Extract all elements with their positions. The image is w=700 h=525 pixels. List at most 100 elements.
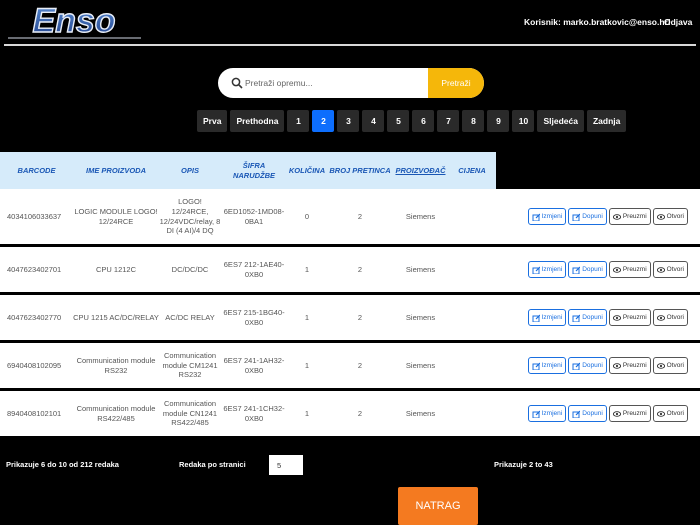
edit-button[interactable]: Izmjeni: [527, 261, 567, 278]
logout-link[interactable]: Odjava: [664, 17, 692, 27]
equipment-table: BARCODE IME PROIZVODA OPIS ŠIFRA NARUDŽB…: [0, 152, 700, 439]
description-cell: DC/DC/DC: [171, 264, 209, 274]
open-button-label: Otvori: [666, 410, 684, 417]
open-button[interactable]: Otvori: [652, 405, 688, 422]
page-10-button[interactable]: 10: [512, 110, 535, 132]
edit-button-label: Izmjeni: [541, 410, 563, 417]
edit-button[interactable]: Izmjeni: [527, 405, 567, 422]
description-cell: Communication module CN1241 RS422/485: [162, 398, 218, 428]
col-price[interactable]: CIJENA: [448, 152, 496, 189]
page-7-button[interactable]: 7: [437, 110, 460, 132]
download-button-label: Preuzmi: [622, 362, 647, 369]
search-button[interactable]: Pretraži: [428, 68, 484, 98]
supplement-button[interactable]: Dopuni: [568, 309, 607, 326]
page-1-button[interactable]: 1: [287, 110, 310, 132]
page-next-button[interactable]: Sljedeća: [537, 110, 584, 132]
eye-icon: [656, 410, 665, 417]
order-code-cell: 6ES7 215-1BG40-0XB0: [223, 307, 285, 327]
download-button-label: Preuzmi: [622, 410, 647, 417]
quantity-cell: 1: [304, 408, 310, 418]
rows-per-page-label: Redaka po stranici: [179, 460, 246, 469]
eye-icon: [656, 213, 665, 220]
col-bin-number[interactable]: BROJ PRETINCA: [327, 152, 393, 189]
page-6-button[interactable]: 6: [412, 110, 435, 132]
page-3-button[interactable]: 3: [337, 110, 360, 132]
rows-per-page-select[interactable]: 5: [269, 455, 303, 475]
manufacturer-cell: Siemens: [405, 264, 436, 274]
page-9-button[interactable]: 9: [487, 110, 510, 132]
page-8-button[interactable]: 8: [462, 110, 485, 132]
col-order-code[interactable]: ŠIFRA NARUDŽBE: [221, 152, 287, 189]
supplement-button-label: Dopuni: [582, 213, 603, 220]
eye-icon: [656, 314, 665, 321]
row-actions: Izmjeni Dopuni Preuzmi Otvori: [496, 261, 700, 278]
supplement-button[interactable]: Dopuni: [568, 405, 607, 422]
col-description[interactable]: OPIS: [159, 152, 221, 189]
download-button-label: Preuzmi: [622, 314, 647, 321]
edit-icon: [572, 314, 581, 322]
barcode-cell: 4047623402770: [7, 312, 62, 322]
edit-icon: [572, 213, 581, 221]
quantity-cell: 1: [304, 312, 310, 322]
bin-number-cell: 2: [357, 211, 363, 221]
order-code-cell: 6ED1052-1MD08-0BA1: [223, 206, 285, 226]
bin-number-cell: 2: [357, 312, 363, 322]
open-button-label: Otvori: [666, 266, 684, 273]
page-4-button[interactable]: 4: [362, 110, 385, 132]
page-prev-button[interactable]: Prethodna: [230, 110, 285, 132]
col-barcode[interactable]: BARCODE: [0, 152, 73, 189]
bin-number-cell: 2: [357, 360, 363, 370]
edit-icon: [572, 410, 581, 418]
order-code-cell: 6ES7 241-1AH32-0XB0: [223, 355, 285, 375]
user-label: Korisnik: marko.bratkovic@enso.hr!: [524, 17, 671, 27]
table-header: BARCODE IME PROIZVODA OPIS ŠIFRA NARUDŽB…: [0, 152, 700, 189]
download-button[interactable]: Preuzmi: [608, 405, 651, 422]
barcode-cell: 4034106033637: [7, 211, 62, 221]
col-manufacturer[interactable]: PROIZVOĐAČ: [393, 152, 448, 189]
edit-icon: [572, 362, 581, 370]
search-bar: Pretraži: [218, 68, 484, 98]
open-button[interactable]: Otvori: [652, 208, 688, 225]
edit-icon: [532, 314, 540, 322]
description-cell: Communication module CM1241 RS232: [162, 350, 218, 380]
eye-icon: [656, 362, 665, 369]
description-cell: LOGO! 12/24RCE, 12/24VDC/relay, 8 DI (4 …: [159, 197, 221, 236]
eye-icon: [656, 266, 665, 273]
order-code-cell: 6ES7 241-1CH32-0XB0: [223, 403, 285, 423]
download-button-label: Preuzmi: [622, 266, 647, 273]
download-button-label: Preuzmi: [622, 213, 647, 220]
enso-logo[interactable]: Enso: [6, 3, 143, 40]
open-button[interactable]: Otvori: [652, 357, 688, 374]
download-button[interactable]: Preuzmi: [608, 309, 651, 326]
manufacturer-cell: Siemens: [405, 211, 436, 221]
download-button[interactable]: Preuzmi: [608, 261, 651, 278]
edit-button[interactable]: Izmjeni: [527, 309, 567, 326]
table-body: 4034106033637 LOGIC MODULE LOGO! 12/24RCE…: [0, 189, 700, 439]
download-button[interactable]: Preuzmi: [608, 208, 651, 225]
col-product-name[interactable]: IME PROIZVODA: [73, 152, 159, 189]
search-input[interactable]: [218, 68, 428, 98]
barcode-cell: 6940408102095: [7, 360, 62, 370]
manufacturer-cell: Siemens: [405, 312, 436, 322]
col-quantity[interactable]: KOLIČINA: [287, 152, 327, 189]
eye-icon: [612, 213, 621, 220]
table-row: 8940408102101 Communication module RS422/…: [0, 391, 700, 439]
table-row: 4047623402701 CPU 1212C DC/DC/DC 6ES7 212-1…: [0, 247, 700, 295]
edit-button[interactable]: Izmjeni: [527, 357, 567, 374]
back-button[interactable]: NATRAG: [398, 487, 478, 525]
open-button[interactable]: Otvori: [652, 261, 688, 278]
supplement-button[interactable]: Dopuni: [568, 357, 607, 374]
edit-button[interactable]: Izmjeni: [527, 208, 567, 225]
supplement-button[interactable]: Dopuni: [568, 208, 607, 225]
page-5-button[interactable]: 5: [387, 110, 410, 132]
eye-icon: [612, 362, 621, 369]
supplement-button[interactable]: Dopuni: [568, 261, 607, 278]
page-first-button[interactable]: Prva: [197, 110, 228, 132]
page-2-button[interactable]: 2: [312, 110, 335, 132]
download-button[interactable]: Preuzmi: [608, 357, 651, 374]
search-icon: [231, 77, 243, 89]
eye-icon: [612, 410, 621, 417]
page-last-button[interactable]: Zadnja: [586, 110, 627, 132]
edit-icon: [532, 266, 540, 274]
open-button[interactable]: Otvori: [652, 309, 688, 326]
